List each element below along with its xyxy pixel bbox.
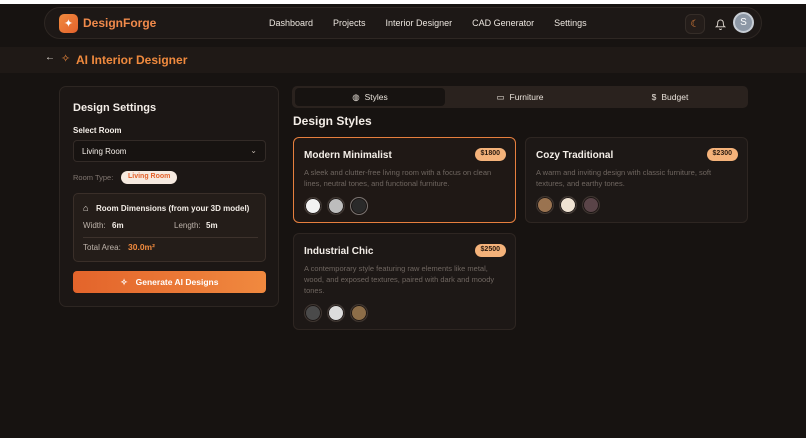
room-type-label: Room Type: (73, 173, 114, 182)
dimensions-title: Room Dimensions (from your 3D model) (96, 204, 250, 213)
avatar[interactable]: S (733, 12, 754, 33)
style-description: A contemporary style featuring raw eleme… (304, 264, 495, 295)
select-room-label: Select Room (73, 126, 122, 135)
room-dimensions-box: ⌂ Room Dimensions (from your 3D model) W… (73, 193, 266, 262)
nav-link-settings[interactable]: Settings (554, 18, 587, 28)
bell-icon[interactable] (710, 14, 730, 34)
room-type-badge: Living Room (121, 171, 178, 184)
color-swatches (536, 196, 600, 214)
sparkles-icon: ✧ (120, 276, 128, 287)
width-value: 6m (112, 221, 124, 230)
divider (83, 237, 258, 238)
color-swatch (559, 196, 577, 214)
tab-styles[interactable]: ◍ Styles (295, 88, 445, 106)
style-card-cozy-traditional[interactable]: Cozy Traditional $2300 A warm and inviti… (525, 137, 748, 223)
section-title: Design Styles (293, 114, 372, 128)
chevron-down-icon: ⌄ (250, 146, 257, 155)
price-badge: $1800 (474, 148, 506, 161)
width-label: Width: (83, 221, 106, 230)
sofa-icon: ▭ (496, 91, 505, 102)
design-settings-panel: Design Settings Select Room Living Room … (59, 86, 279, 307)
length-value: 5m (206, 221, 218, 230)
tab-bar: ◍ Styles ▭ Furniture $ Budget (292, 86, 748, 108)
tab-budget[interactable]: $ Budget (595, 88, 745, 106)
nav-link-interior-designer[interactable]: Interior Designer (386, 18, 453, 28)
color-swatch (350, 304, 368, 322)
style-card-industrial-chic[interactable]: Industrial Chic $2500 A contemporary sty… (293, 233, 516, 330)
tab-label: Furniture (509, 92, 544, 102)
top-navbar: ✦ DesignForge Dashboard Projects Interio… (44, 7, 762, 39)
style-description: A warm and inviting design with classic … (536, 168, 712, 188)
nav-link-dashboard[interactable]: Dashboard (269, 18, 313, 28)
color-swatch (304, 304, 322, 322)
style-name: Industrial Chic (304, 246, 374, 257)
brand-name[interactable]: DesignForge (83, 16, 156, 30)
color-swatch (582, 196, 600, 214)
sparkles-icon: ✧ (61, 53, 71, 65)
house-icon: ⌂ (83, 203, 89, 213)
color-swatches (304, 197, 368, 215)
generate-button-label: Generate AI Designs (135, 277, 219, 287)
tab-label: Styles (364, 92, 388, 102)
color-swatch (327, 197, 345, 215)
style-description: A sleek and clutter-free living room wit… (304, 168, 492, 188)
price-badge: $2500 (474, 244, 506, 257)
color-swatch (327, 304, 345, 322)
color-swatch (304, 197, 322, 215)
style-card-modern-minimalist[interactable]: Modern Minimalist $1800 A sleek and clut… (293, 137, 516, 223)
total-area-value: 30.0m² (128, 242, 155, 252)
style-name: Cozy Traditional (536, 150, 614, 161)
color-swatch (536, 196, 554, 214)
color-swatch (350, 197, 368, 215)
dollar-icon: $ (651, 92, 657, 102)
room-select-value: Living Room (82, 147, 127, 156)
nav-links: Dashboard Projects Interior Designer CAD… (269, 18, 587, 28)
palette-icon: ◍ (352, 91, 360, 102)
room-select[interactable]: Living Room ⌄ (73, 140, 266, 162)
back-arrow-icon[interactable]: ← (45, 52, 55, 63)
length-label: Length: (174, 221, 201, 230)
page-title: AI Interior Designer (76, 53, 188, 67)
tab-label: Budget (661, 92, 689, 102)
tab-furniture[interactable]: ▭ Furniture (445, 88, 595, 106)
moon-icon[interactable]: ☾ (685, 14, 705, 34)
total-area-label: Total Area: (83, 243, 121, 252)
color-swatches (304, 304, 368, 322)
price-badge: $2300 (706, 148, 738, 161)
nav-link-cad-generator[interactable]: CAD Generator (472, 18, 534, 28)
panel-title: Design Settings (73, 102, 157, 114)
brand-logo-icon: ✦ (59, 14, 78, 33)
nav-link-projects[interactable]: Projects (333, 18, 366, 28)
generate-designs-button[interactable]: ✧ Generate AI Designs (73, 271, 266, 293)
style-name: Modern Minimalist (304, 150, 392, 161)
top-border (0, 0, 806, 4)
